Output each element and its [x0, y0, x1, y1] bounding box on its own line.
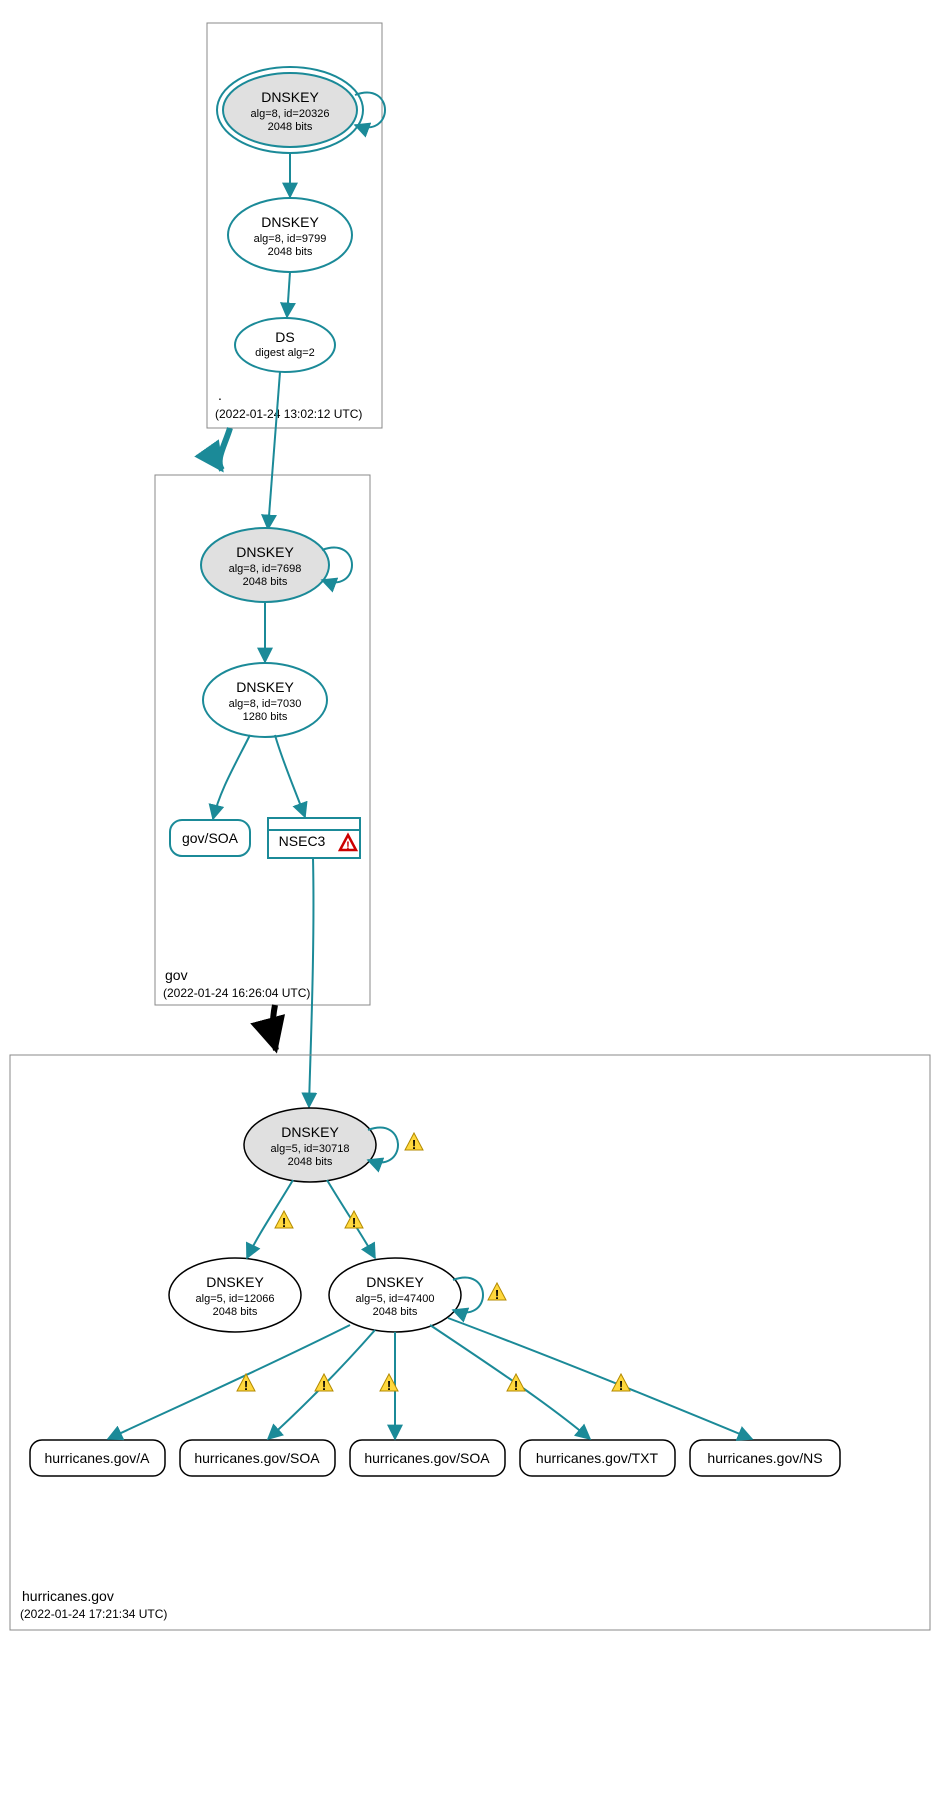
svg-text:2048 bits: 2048 bits: [213, 1306, 258, 1318]
svg-text:!: !: [495, 1287, 499, 1302]
node-h-zsk1[interactable]: DNSKEY alg=5, id=12066 2048 bits: [169, 1258, 301, 1332]
node-gov-ksk[interactable]: DNSKEY alg=8, id=7698 2048 bits: [201, 528, 329, 602]
svg-text:!: !: [514, 1378, 518, 1393]
svg-text:2048 bits: 2048 bits: [268, 121, 313, 133]
zone-hurricanes-ts: (2022-01-24 17:21:34 UTC): [20, 1607, 167, 1621]
svg-text:DS: DS: [275, 329, 294, 345]
svg-text:alg=5, id=12066: alg=5, id=12066: [196, 1293, 275, 1305]
node-h-zsk2[interactable]: DNSKEY alg=5, id=47400 2048 bits: [329, 1258, 461, 1332]
zone-root-name: .: [218, 387, 222, 403]
svg-text:alg=8, id=7030: alg=8, id=7030: [229, 698, 302, 710]
node-root-zsk[interactable]: DNSKEY alg=8, id=9799 2048 bits: [228, 198, 352, 272]
svg-text:NSEC3: NSEC3: [279, 833, 326, 849]
node-h-soa1[interactable]: hurricanes.gov/SOA: [180, 1440, 335, 1476]
svg-text:2048 bits: 2048 bits: [288, 1156, 333, 1168]
svg-text:!: !: [244, 1378, 248, 1393]
svg-text:DNSKEY: DNSKEY: [236, 544, 294, 560]
zone-gov: gov (2022-01-24 16:26:04 UTC) DNSKEY alg…: [155, 372, 370, 1005]
svg-text:2048 bits: 2048 bits: [268, 246, 313, 258]
svg-text:hurricanes.gov/TXT: hurricanes.gov/TXT: [536, 1450, 659, 1466]
svg-text:2048 bits: 2048 bits: [373, 1306, 418, 1318]
svg-text:!: !: [346, 840, 350, 852]
svg-text:alg=8, id=7698: alg=8, id=7698: [229, 563, 302, 575]
svg-text:DNSKEY: DNSKEY: [261, 89, 319, 105]
node-h-a[interactable]: hurricanes.gov/A: [30, 1440, 165, 1476]
zone-gov-ts: (2022-01-24 16:26:04 UTC): [163, 986, 310, 1000]
svg-text:!: !: [282, 1215, 286, 1230]
edge-zone-gov-hurricanes: [273, 1005, 276, 1050]
dnssec-graph: . (2022-01-24 13:02:12 UTC) DNSKEY alg=8…: [0, 0, 940, 1802]
svg-text:digest alg=2: digest alg=2: [255, 347, 315, 359]
svg-text:DNSKEY: DNSKEY: [206, 1274, 264, 1290]
zone-root: . (2022-01-24 13:02:12 UTC) DNSKEY alg=8…: [207, 23, 385, 428]
svg-text:2048 bits: 2048 bits: [243, 576, 288, 588]
node-root-ds[interactable]: DS digest alg=2: [235, 318, 335, 372]
node-gov-nsec3[interactable]: NSEC3 !: [268, 818, 360, 858]
zone-gov-name: gov: [165, 967, 188, 983]
node-h-txt[interactable]: hurricanes.gov/TXT: [520, 1440, 675, 1476]
edge-nsec3-hksk: [309, 858, 313, 1107]
zone-hurricanes: hurricanes.gov (2022-01-24 17:21:34 UTC)…: [10, 1055, 930, 1630]
node-gov-zsk[interactable]: DNSKEY alg=8, id=7030 1280 bits: [203, 663, 327, 737]
svg-text:alg=5, id=30718: alg=5, id=30718: [271, 1143, 350, 1155]
svg-text:DNSKEY: DNSKEY: [281, 1124, 339, 1140]
svg-text:alg=8, id=9799: alg=8, id=9799: [254, 233, 327, 245]
svg-text:!: !: [387, 1378, 391, 1393]
svg-text:gov/SOA: gov/SOA: [182, 830, 239, 846]
svg-text:!: !: [322, 1378, 326, 1393]
svg-text:DNSKEY: DNSKEY: [261, 214, 319, 230]
zone-root-ts: (2022-01-24 13:02:12 UTC): [215, 407, 362, 421]
warning-icon: !: [488, 1283, 506, 1302]
svg-text:hurricanes.gov/SOA: hurricanes.gov/SOA: [364, 1450, 490, 1466]
svg-text:!: !: [619, 1378, 623, 1393]
zone-hurricanes-name: hurricanes.gov: [22, 1588, 114, 1604]
warning-icon: !: [237, 1374, 255, 1393]
edge-gov-zsk-soa: [213, 735, 250, 819]
warning-icon: !: [405, 1133, 423, 1152]
svg-text:hurricanes.gov/NS: hurricanes.gov/NS: [707, 1450, 822, 1466]
node-h-soa2[interactable]: hurricanes.gov/SOA: [350, 1440, 505, 1476]
node-h-ns[interactable]: hurricanes.gov/NS: [690, 1440, 840, 1476]
svg-text:alg=8, id=20326: alg=8, id=20326: [251, 108, 330, 120]
node-root-ksk[interactable]: DNSKEY alg=8, id=20326 2048 bits: [217, 67, 363, 153]
edge-ds-govksk: [268, 372, 280, 529]
svg-text:DNSKEY: DNSKEY: [236, 679, 294, 695]
svg-text:hurricanes.gov/A: hurricanes.gov/A: [44, 1450, 150, 1466]
edge-zone-root-gov: [220, 428, 230, 470]
edge-zsk2-a: [108, 1325, 350, 1439]
svg-text:alg=5, id=47400: alg=5, id=47400: [356, 1293, 435, 1305]
edge-zsk2-ns: [448, 1318, 752, 1439]
svg-text:hurricanes.gov/SOA: hurricanes.gov/SOA: [194, 1450, 320, 1466]
warning-icon: !: [315, 1374, 333, 1393]
node-gov-soa[interactable]: gov/SOA: [170, 820, 250, 856]
svg-text:1280 bits: 1280 bits: [243, 711, 288, 723]
edge-root-zsk-ds: [287, 272, 290, 317]
svg-text:DNSKEY: DNSKEY: [366, 1274, 424, 1290]
svg-text:!: !: [352, 1215, 356, 1230]
edge-gov-zsk-nsec3: [275, 735, 305, 817]
warning-icon: !: [507, 1374, 525, 1393]
svg-text:!: !: [412, 1137, 416, 1152]
warning-icon: !: [275, 1211, 293, 1230]
node-h-ksk[interactable]: DNSKEY alg=5, id=30718 2048 bits: [244, 1108, 376, 1182]
